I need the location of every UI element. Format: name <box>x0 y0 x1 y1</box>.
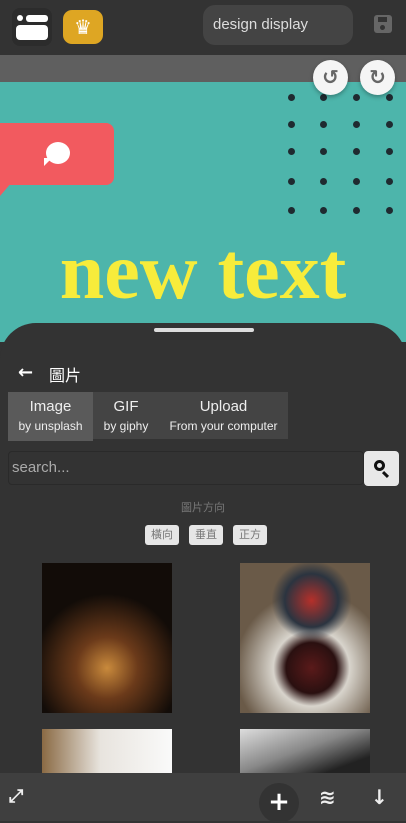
orientation-label: 圖片方向 <box>181 501 225 514</box>
layers-icon[interactable]: ≋ <box>319 785 336 809</box>
orientation-square[interactable]: 正方 <box>233 525 267 545</box>
arrow-down-icon[interactable]: ↓ <box>371 785 388 809</box>
dot-pattern-dot <box>353 178 360 185</box>
tab-sublabel: by unsplash <box>18 419 83 433</box>
floppy-save-icon[interactable] <box>374 15 392 33</box>
design-title-input[interactable]: design display <box>203 5 353 45</box>
dot-pattern-dot <box>353 94 360 101</box>
dot-pattern-dot <box>386 94 393 101</box>
bottom-bar: ⤢ + ≋ ↓ <box>0 773 406 823</box>
dot-pattern-dot <box>288 94 295 101</box>
design-canvas[interactable]: new text <box>0 82 406 342</box>
dot-pattern-dot <box>320 121 327 128</box>
search-button[interactable] <box>364 451 399 486</box>
drag-handle[interactable] <box>154 328 254 332</box>
image-panel: ← 圖片 Image by unsplash GIF by giphy Upload… <box>0 323 406 773</box>
tab-sublabel: by giphy <box>103 419 149 433</box>
tab-upload[interactable]: Upload From your computer <box>159 392 288 439</box>
canvas-text[interactable]: new text <box>0 222 406 322</box>
orientation-landscape[interactable]: 橫向 <box>145 525 179 545</box>
dot-pattern-dot <box>288 207 295 214</box>
dot-pattern-dot <box>353 148 360 155</box>
orientation-portrait[interactable]: 垂直 <box>189 525 223 545</box>
dot-pattern-dot <box>386 148 393 155</box>
image-result-apples[interactable] <box>240 563 370 713</box>
search-icon <box>374 460 385 471</box>
top-bar: ♛ design display <box>0 0 406 55</box>
dot-pattern-dot <box>320 178 327 185</box>
image-result-night-building[interactable] <box>42 563 172 713</box>
speech-bubble-tail <box>0 182 12 196</box>
source-tabs: Image by unsplash GIF by giphy Upload From … <box>8 392 288 441</box>
image-result-coffee[interactable] <box>42 729 172 773</box>
dot-pattern-dot <box>288 148 295 155</box>
undo-icon[interactable]: ↺ <box>313 60 348 95</box>
dot-pattern-dot <box>320 207 327 214</box>
crown-icon[interactable]: ♛ <box>63 10 103 44</box>
tab-image[interactable]: Image by unsplash <box>8 392 93 441</box>
layout-menu-icon[interactable] <box>12 8 52 46</box>
tab-label: GIF <box>113 398 139 415</box>
tab-gif[interactable]: GIF by giphy <box>93 392 159 439</box>
tab-sublabel: From your computer <box>169 419 278 433</box>
search-input[interactable]: search... <box>8 451 364 485</box>
dot-pattern-dot <box>386 178 393 185</box>
dot-pattern-dot <box>353 121 360 128</box>
image-result-building[interactable] <box>240 729 370 773</box>
dot-pattern-dot <box>288 121 295 128</box>
dot-pattern-dot <box>320 94 327 101</box>
chat-bubble-icon <box>44 142 70 166</box>
dot-pattern-dot <box>320 148 327 155</box>
dot-pattern-dot <box>386 207 393 214</box>
plus-icon[interactable]: + <box>259 783 299 823</box>
expand-icon[interactable]: ⤢ <box>9 786 23 807</box>
tab-label: Upload <box>199 398 248 415</box>
dot-pattern-dot <box>288 178 295 185</box>
panel-title: 圖片 <box>49 366 82 385</box>
dot-pattern-dot <box>353 207 360 214</box>
dot-pattern-dot <box>386 121 393 128</box>
redo-icon[interactable]: ↻ <box>360 60 395 95</box>
arrow-left-icon[interactable]: ← <box>18 362 33 383</box>
tab-label: Image <box>29 398 72 415</box>
